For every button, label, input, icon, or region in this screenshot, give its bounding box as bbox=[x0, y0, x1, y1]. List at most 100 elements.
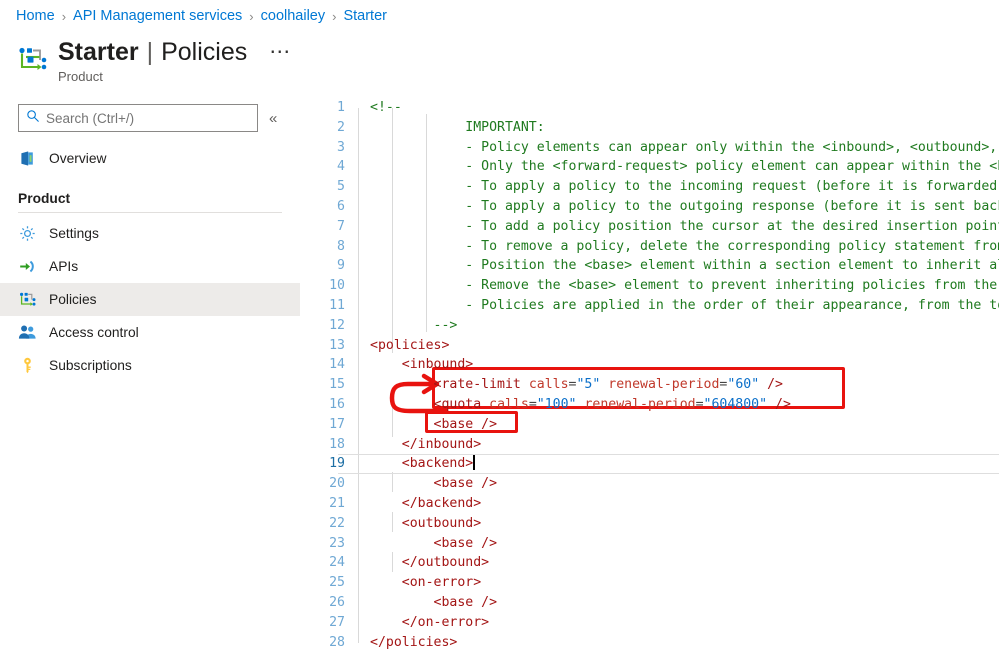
code-line[interactable]: 2 IMPORTANT: bbox=[310, 118, 999, 138]
line-text[interactable]: <backend> bbox=[348, 454, 475, 474]
line-text[interactable]: <!-- bbox=[348, 98, 402, 118]
breadcrumb-item-coolhailey[interactable]: coolhailey bbox=[261, 8, 326, 24]
line-number: 26 bbox=[329, 594, 345, 610]
breadcrumb-item-starter[interactable]: Starter bbox=[343, 8, 387, 24]
line-text[interactable]: <inbound> bbox=[348, 355, 473, 375]
code-line[interactable]: 9 - Position the <base> element within a… bbox=[310, 256, 999, 276]
sidebar-item-access-control[interactable]: Access control bbox=[0, 316, 300, 349]
code-line[interactable]: 5 - To apply a policy to the incoming re… bbox=[310, 177, 999, 197]
line-text[interactable]: - Position the <base> element within a s… bbox=[348, 256, 999, 276]
code-line[interactable]: 24 </outbound> bbox=[310, 553, 999, 573]
line-text[interactable]: --> bbox=[348, 316, 458, 336]
code-line[interactable]: 22 <outbound> bbox=[310, 514, 999, 534]
line-text[interactable]: - To apply a policy to the outgoing resp… bbox=[348, 197, 999, 217]
code-line[interactable]: 13 <policies> bbox=[310, 336, 999, 356]
code-line[interactable]: 20 <base /> bbox=[310, 474, 999, 494]
line-text[interactable]: - To apply a policy to the incoming requ… bbox=[348, 177, 999, 197]
token-tag: <base /> bbox=[433, 476, 498, 492]
breadcrumb-separator-icon: › bbox=[61, 8, 67, 24]
policy-code-editor[interactable]: 1 <!-- 2 IMPORTANT: 3 - Policy elements can… bbox=[310, 98, 999, 656]
code-line[interactable]: 26 <base /> bbox=[310, 593, 999, 613]
line-text[interactable]: - To add a policy position the cursor at… bbox=[348, 217, 999, 237]
code-line[interactable]: 23 <base /> bbox=[310, 534, 999, 554]
breadcrumb-item-home[interactable]: Home bbox=[16, 8, 55, 24]
line-text[interactable]: <outbound> bbox=[348, 514, 481, 534]
line-text[interactable]: </outbound> bbox=[348, 553, 489, 573]
line-text[interactable]: </backend> bbox=[348, 494, 481, 514]
code-line[interactable]: 16 <quota calls="100" renewal-period="60… bbox=[310, 395, 999, 415]
line-text[interactable]: <policies> bbox=[348, 336, 449, 356]
code-line[interactable]: 3 - Policy elements can appear only with… bbox=[310, 138, 999, 158]
sidebar-item-subscriptions[interactable]: Subscriptions bbox=[0, 349, 300, 382]
key-icon bbox=[18, 356, 37, 375]
code-line[interactable]: 27 </on-error> bbox=[310, 613, 999, 633]
line-text[interactable]: <base /> bbox=[348, 474, 498, 494]
code-line[interactable]: 28 </policies> bbox=[310, 633, 999, 653]
line-text[interactable]: - To remove a policy, delete the corresp… bbox=[348, 237, 999, 257]
token-comment: IMPORTANT: bbox=[370, 119, 545, 135]
code-lines[interactable]: 1 <!-- 2 IMPORTANT: 3 - Policy elements can… bbox=[310, 98, 999, 652]
token-comment: - Policy elements can appear only within… bbox=[465, 139, 998, 155]
code-line[interactable]: 21 </backend> bbox=[310, 494, 999, 514]
code-line[interactable]: 6 - To apply a policy to the outgoing re… bbox=[310, 197, 999, 217]
code-line[interactable]: 1 <!-- bbox=[310, 98, 999, 118]
line-text[interactable]: <base /> bbox=[348, 534, 498, 554]
chevron-double-left-icon[interactable]: « bbox=[269, 110, 277, 127]
token-punct: = bbox=[695, 396, 704, 412]
code-line[interactable]: 10 - Remove the <base> element to preven… bbox=[310, 276, 999, 296]
search-input[interactable] bbox=[46, 110, 236, 126]
line-number: 16 bbox=[329, 396, 345, 412]
line-number: 25 bbox=[329, 575, 345, 591]
code-line[interactable]: 18 </inbound> bbox=[310, 435, 999, 455]
code-line[interactable]: 25 <on-error> bbox=[310, 573, 999, 593]
line-text[interactable]: </inbound> bbox=[348, 435, 481, 455]
line-text[interactable]: <rate-limit calls="5" renewal-period="60… bbox=[348, 375, 783, 395]
token-val: "60" bbox=[727, 377, 760, 393]
token-tag: <backend> bbox=[401, 456, 474, 472]
code-line[interactable]: 4 - Only the <forward-request> policy el… bbox=[310, 157, 999, 177]
token-tag: <on-error> bbox=[401, 575, 482, 591]
line-text[interactable]: - Policies are applied in the order of t… bbox=[348, 296, 999, 316]
page-title: Starter | Policies ⋯ bbox=[58, 38, 290, 67]
line-text[interactable]: IMPORTANT: bbox=[348, 118, 545, 138]
sidebar-item-settings[interactable]: Settings bbox=[0, 217, 300, 250]
line-text[interactable]: <on-error> bbox=[348, 573, 481, 593]
token-val: "5" bbox=[576, 377, 601, 393]
more-options-button[interactable]: ⋯ bbox=[269, 41, 290, 61]
line-number: 19 bbox=[329, 456, 345, 472]
line-text[interactable]: - Only the <forward-request> policy elem… bbox=[348, 157, 999, 177]
line-text[interactable]: <base /> bbox=[348, 415, 498, 435]
line-text[interactable]: </on-error> bbox=[348, 613, 489, 633]
token-attr: calls bbox=[489, 396, 529, 412]
line-number: 6 bbox=[337, 198, 345, 214]
code-line[interactable]: 8 - To remove a policy, delete the corre… bbox=[310, 237, 999, 257]
breadcrumb-item-api-management-services[interactable]: API Management services bbox=[73, 8, 242, 24]
token-val: "100" bbox=[536, 396, 577, 412]
search-box[interactable] bbox=[18, 104, 258, 132]
line-text[interactable]: </policies> bbox=[348, 633, 457, 653]
code-line[interactable]: 15 <rate-limit calls="5" renewal-period=… bbox=[310, 375, 999, 395]
code-line[interactable]: 7 - To add a policy position the cursor … bbox=[310, 217, 999, 237]
sidebar-item-overview[interactable]: Overview bbox=[0, 142, 300, 175]
code-line[interactable]: 17 <base /> bbox=[310, 415, 999, 435]
line-text[interactable]: - Remove the <base> element to prevent i… bbox=[348, 276, 999, 296]
line-text[interactable]: <base /> bbox=[348, 593, 498, 613]
sidebar-item-policies[interactable]: Policies bbox=[0, 283, 300, 316]
sidebar-item-apis[interactable]: APIs bbox=[0, 250, 300, 283]
code-line[interactable]: 19 <backend> bbox=[310, 454, 999, 474]
token-attr: renewal-period bbox=[584, 396, 696, 412]
code-line[interactable]: 14 <inbound> bbox=[310, 355, 999, 375]
line-text[interactable]: <quota calls="100" renewal-period="60480… bbox=[348, 395, 791, 415]
line-text[interactable]: - Policy elements can appear only within… bbox=[348, 138, 999, 158]
code-line[interactable]: 12 --> bbox=[310, 316, 999, 336]
breadcrumb-separator-icon: › bbox=[249, 8, 254, 24]
token-val: "604800" bbox=[703, 396, 768, 412]
token-tag: <rate-limit bbox=[433, 377, 521, 393]
code-line[interactable]: 11 - Policies are applied in the order o… bbox=[310, 296, 999, 316]
token-comment: - Remove the <base> element to prevent i… bbox=[465, 278, 998, 294]
